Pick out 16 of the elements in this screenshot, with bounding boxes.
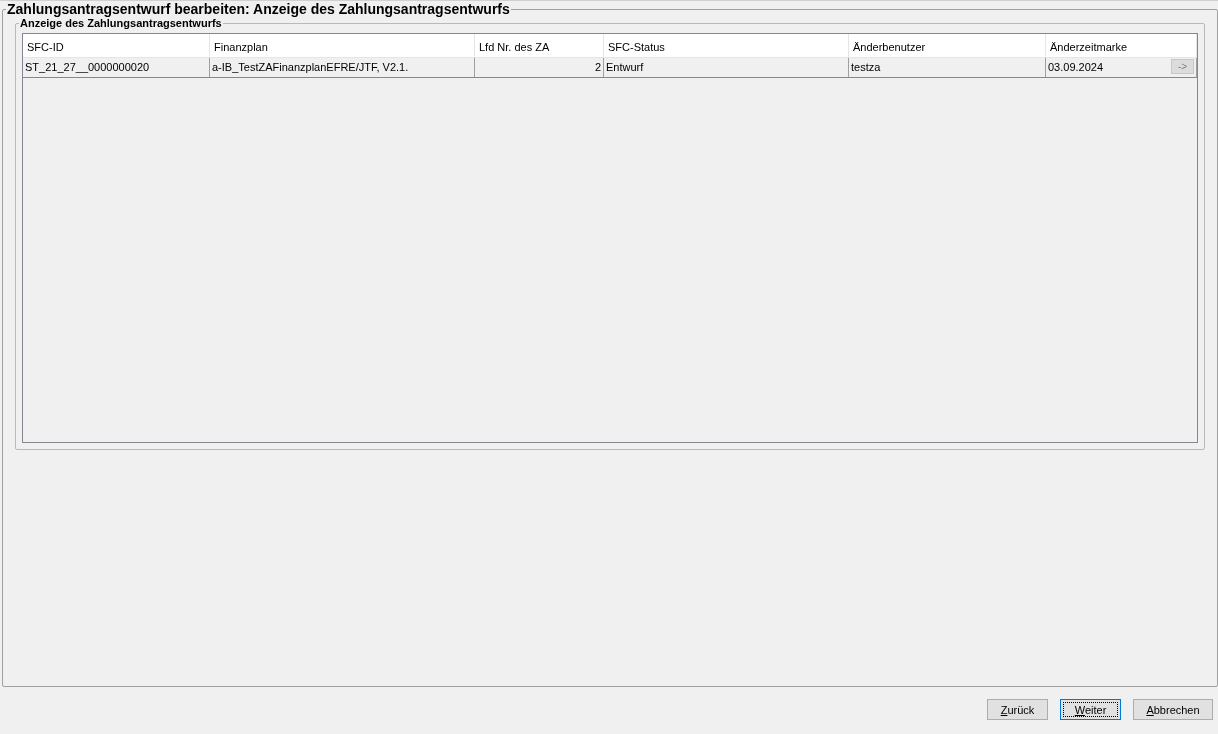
table-cell: testza <box>849 58 1046 77</box>
table-cell: 03.09.2024 -> <box>1046 58 1197 77</box>
table-cell: ST_21_27__0000000020 <box>23 58 210 77</box>
table-cell: Entwurf <box>604 58 849 77</box>
group-title: Anzeige des Zahlungsantragsentwurfs <box>19 17 223 29</box>
column-header[interactable]: SFC-ID <box>23 34 210 57</box>
group-title: Zahlungsantragsentwurf bearbeiten: Anzeige des Zahlungsantragsentwurfs <box>6 1 511 17</box>
dialog-button[interactable]: Zurück <box>987 699 1048 720</box>
column-header[interactable]: Änderbenutzer <box>849 34 1046 57</box>
column-header[interactable]: Lfd Nr. des ZA <box>475 34 604 57</box>
table-cell: a-IB_TestZAFinanzplanEFRE/JTF, V2.1. <box>210 58 475 77</box>
dialog-button[interactable]: Abbrechen <box>1133 699 1213 720</box>
column-header[interactable]: Finanzplan <box>210 34 475 57</box>
column-header[interactable]: SFC-Status <box>604 34 849 57</box>
dialog-button[interactable]: Weiter <box>1060 699 1121 720</box>
column-header[interactable]: Änderzeitmarke <box>1046 34 1197 57</box>
